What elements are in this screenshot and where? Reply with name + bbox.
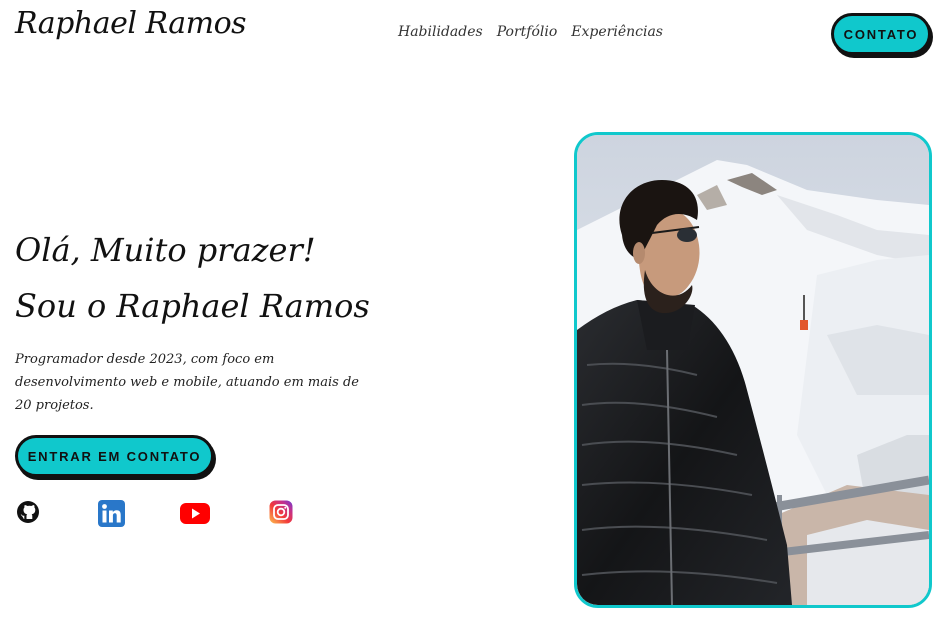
- youtube-icon[interactable]: [180, 500, 210, 526]
- profile-photo: [574, 132, 932, 608]
- instagram-icon[interactable]: [269, 500, 295, 526]
- main-nav: Habilidades Portfólio Experiências: [398, 24, 663, 40]
- hero-description: Programador desde 2023, com foco em dese…: [15, 352, 359, 413]
- site-logo[interactable]: Raphael Ramos: [15, 6, 247, 41]
- hero-greeting-line1: Olá, Muito prazer!: [15, 231, 316, 269]
- hero-greeting-line2: Sou o Raphael Ramos: [15, 287, 370, 325]
- nav-link-portfolio[interactable]: Portfólio: [497, 24, 558, 40]
- nav-link-experiencias[interactable]: Experiências: [571, 24, 663, 40]
- contact-button[interactable]: CONTATO: [831, 13, 931, 55]
- github-icon[interactable]: [16, 500, 42, 526]
- cta-contact-button[interactable]: ENTRAR EM CONTATO: [15, 435, 214, 477]
- linkedin-icon[interactable]: [98, 500, 125, 527]
- nav-link-habilidades[interactable]: Habilidades: [398, 24, 483, 40]
- hero-title: Olá, Muito prazer! Sou o Raphael Ramos: [15, 222, 370, 334]
